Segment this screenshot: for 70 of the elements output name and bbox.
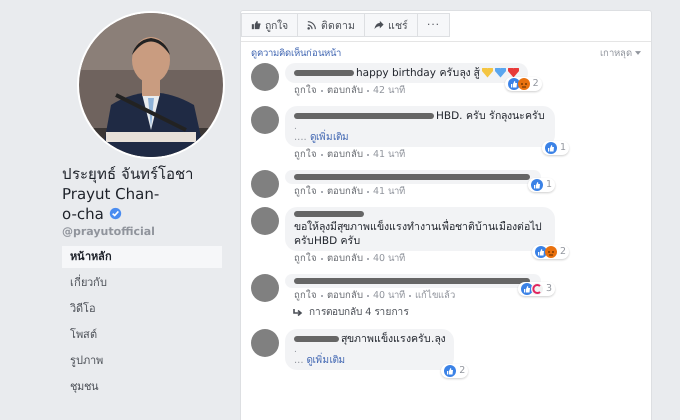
reaction-count: 2 bbox=[504, 77, 542, 91]
avatar bbox=[251, 106, 279, 134]
page-name: Prayut Chan-o-cha bbox=[62, 184, 160, 224]
action-button[interactable]: แชร์ bbox=[364, 13, 418, 37]
avatar bbox=[251, 170, 279, 198]
see-more-link[interactable]: ดูเพิ่มเติม bbox=[310, 132, 349, 143]
reaction-count: 2 bbox=[441, 364, 468, 378]
like-link[interactable]: ถูกใจ bbox=[294, 253, 317, 265]
nav-item[interactable]: วิดีโอ bbox=[62, 298, 222, 320]
thumbs-up-reaction-icon bbox=[520, 283, 533, 295]
comment-text: HBD. ครับ รักลุงนะครับ bbox=[436, 109, 546, 123]
angry-face-icon bbox=[544, 246, 557, 258]
reply-link[interactable]: ตอบกลับ bbox=[327, 149, 363, 161]
reply-link[interactable]: ตอบกลับ bbox=[327, 85, 363, 97]
reaction-count: 1 bbox=[528, 178, 555, 192]
thumbs-up-reaction-icon bbox=[508, 78, 520, 90]
nav-item[interactable]: รูปภาพ bbox=[62, 350, 222, 372]
page-name: ประยุทธ์ จันทร์โอชา bbox=[62, 164, 194, 184]
post-time[interactable]: 40 นาที bbox=[373, 290, 406, 302]
action-button[interactable]: ··· bbox=[417, 13, 450, 37]
reaction-count: 2 bbox=[532, 245, 569, 259]
replies-link[interactable]: การตอบกลับ 4 รายการ bbox=[285, 302, 409, 320]
avatar bbox=[251, 329, 279, 357]
comment-text: happy birthday ครับลุง สู้ bbox=[356, 66, 480, 80]
caret-icon bbox=[635, 50, 641, 54]
nav-item[interactable]: ชุมชน bbox=[62, 376, 222, 398]
redacted-name bbox=[294, 335, 339, 343]
avatar bbox=[251, 63, 279, 91]
thumbs-up-reaction-icon bbox=[544, 142, 557, 154]
ellipsis-text: ... bbox=[294, 355, 304, 366]
avatar bbox=[251, 274, 279, 302]
sort-dropdown[interactable]: เกาหลุด bbox=[600, 45, 641, 60]
like-link[interactable]: ถูกใจ bbox=[294, 85, 317, 97]
reply-link[interactable]: ตอบกลับ bbox=[327, 186, 363, 198]
nav-item[interactable]: โพสต์ bbox=[62, 324, 222, 346]
comment-text: . bbox=[294, 123, 298, 131]
thumbs-up-reaction-icon bbox=[534, 246, 547, 258]
thumbs-up-reaction-icon bbox=[444, 365, 456, 377]
comment-text: . bbox=[294, 346, 298, 354]
like-link[interactable]: ถูกใจ bbox=[294, 290, 317, 302]
angry-face-icon bbox=[518, 78, 530, 90]
rss-icon bbox=[307, 20, 317, 30]
page-handle: @prayutofficial bbox=[62, 225, 156, 238]
edited-label[interactable]: แก้ไขแล้ว bbox=[415, 290, 456, 302]
post-time[interactable]: 40 นาที bbox=[373, 253, 406, 265]
share-arrow-icon bbox=[374, 20, 384, 30]
thumbs-up-icon bbox=[251, 20, 261, 30]
comment-text: ขอให้ลุงมีสุขภาพแข็งแรงทำงานเพื่อชาติบ้านเมืองต่อไปครับHBD ครับ bbox=[294, 220, 543, 248]
post-time[interactable]: 42 นาที bbox=[373, 85, 406, 97]
see-more-link[interactable]: ดูเพิ่มเติม bbox=[306, 355, 346, 366]
previous-comments-link[interactable]: ดูความคิดเห็นก่อนหน้า bbox=[251, 45, 341, 60]
redacted-name bbox=[294, 210, 364, 218]
ellipsis-text: .... bbox=[294, 132, 307, 143]
action-button[interactable]: ติดตาม bbox=[297, 13, 365, 37]
reply-link[interactable]: ตอบกลับ bbox=[327, 253, 363, 265]
like-link[interactable]: ถูกใจ bbox=[294, 149, 317, 161]
post-time[interactable]: 41 นาที bbox=[373, 186, 406, 198]
avatar bbox=[251, 207, 279, 235]
redacted-name bbox=[294, 69, 354, 77]
nav-item[interactable]: เกี่ยวกับ bbox=[62, 272, 222, 294]
like-link[interactable]: ถูกใจ bbox=[294, 186, 317, 198]
comment-text: สุขภาพแข็งแรงครับ.ลุง bbox=[341, 332, 446, 346]
nav-item[interactable]: หน้าหลัก bbox=[62, 246, 222, 268]
reaction-count: 3 bbox=[518, 282, 555, 296]
action-button[interactable]: ถูกใจ bbox=[241, 13, 298, 37]
post-time[interactable]: 41 นาที bbox=[373, 149, 406, 161]
thumbs-up-reaction-icon bbox=[530, 179, 543, 191]
reply-arrow-icon bbox=[293, 308, 303, 316]
reaction-count: 1 bbox=[542, 141, 569, 155]
reply-link[interactable]: ตอบกลับ bbox=[327, 290, 363, 302]
